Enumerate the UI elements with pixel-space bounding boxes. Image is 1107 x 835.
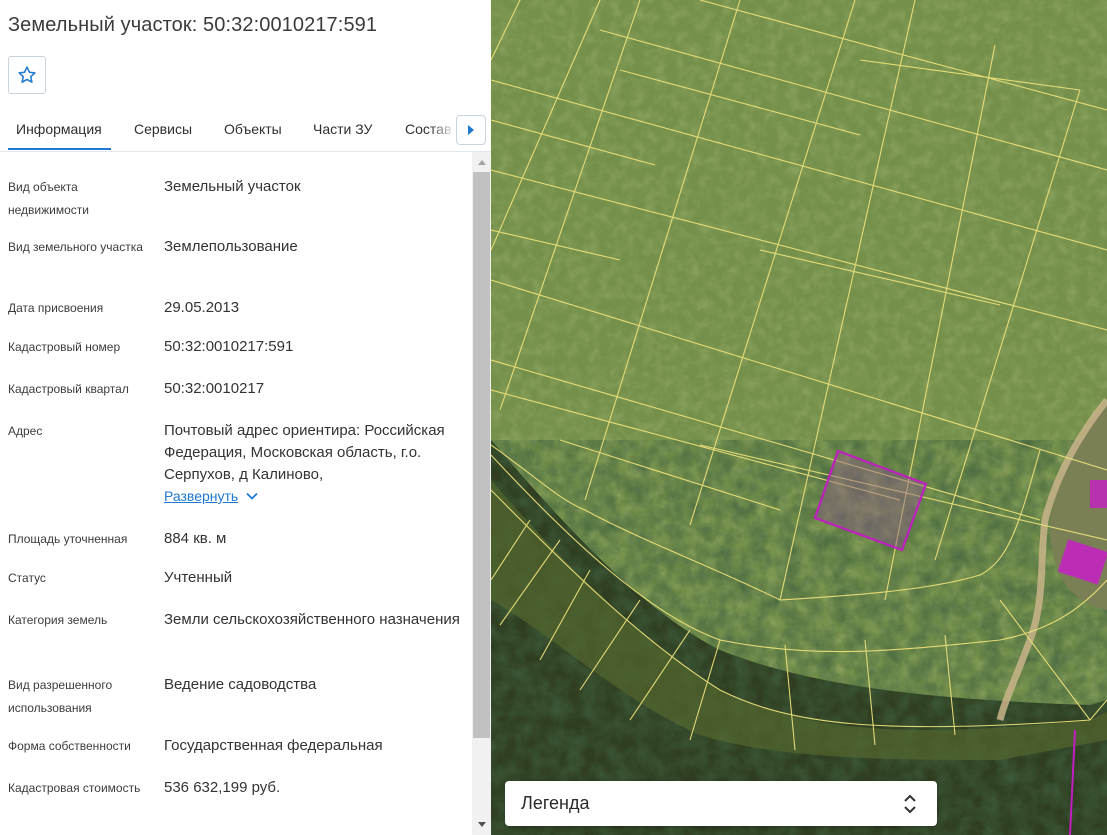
field-value: Ведение садоводства (164, 676, 317, 693)
field-label: Площадь уточненная (8, 532, 128, 546)
field-value: 50:32:0010217 (164, 380, 265, 397)
field-label: Дата присвоения (8, 301, 104, 315)
scrollbar-thumb[interactable] (473, 172, 490, 738)
tab-scroll-button[interactable] (456, 115, 486, 145)
field-label: Вид разрешенного использования (8, 678, 113, 715)
scroll-down-arrow[interactable] (472, 816, 491, 833)
tab-services[interactable]: Сервисы (134, 121, 192, 137)
field-value: Землепользование (164, 238, 298, 255)
triangle-up-icon (477, 160, 486, 165)
page-title: Земельный участок: 50:32:0010217:591 (8, 14, 378, 36)
satellite-map[interactable] (491, 0, 1107, 835)
map-view[interactable] (491, 0, 1107, 835)
chevron-down-icon (246, 492, 258, 500)
tab-bar: Информация Сервисы Объекты Части ЗУ Сост… (0, 108, 491, 152)
field-value: Государственная федеральная (164, 737, 383, 754)
info-panel: Земельный участок: 50:32:0010217:591 Инф… (0, 0, 491, 835)
attribute-list: Вид объекта недвижимости Земельный участ… (0, 152, 472, 835)
tab-fade (430, 108, 456, 150)
legend-label: Легенда (521, 793, 590, 813)
triangle-down-icon (477, 822, 486, 827)
legend-dropdown[interactable]: Легенда (505, 781, 937, 826)
field-value: 50:32:0010217:591 (164, 338, 294, 355)
expand-link[interactable]: Развернуть (164, 488, 258, 504)
field-label: Кадастровая стоимость (8, 781, 141, 795)
address-value: Почтовый адрес ориентира: Российская Фед… (164, 422, 445, 483)
field-label: Вид земельного участка (8, 240, 143, 254)
field-label: Вид объекта недвижимости (8, 180, 89, 217)
field-label: Кадастровый квартал (8, 382, 129, 396)
field-label: Кадастровый номер (8, 340, 121, 354)
field-value: Земельный участок (164, 178, 301, 195)
field-label: Статус (8, 571, 46, 585)
field-label: Адрес (8, 424, 43, 438)
scroll-up-arrow[interactable] (472, 154, 491, 171)
field-value: Учтенный (164, 569, 233, 586)
expand-label: Развернуть (164, 488, 239, 504)
tab-objects[interactable]: Объекты (224, 121, 282, 137)
field-value: 29.05.2013 (164, 299, 240, 316)
field-label: Категория земель (8, 613, 108, 627)
caret-right-icon (468, 125, 474, 135)
favorite-button[interactable] (8, 56, 46, 94)
field-label: Форма собственности (8, 739, 131, 753)
field-value: Земли сельскохозяйственного назначения (164, 611, 460, 628)
tab-parts[interactable]: Части ЗУ (313, 121, 372, 137)
field-value: 536 632,199 руб. (164, 779, 281, 796)
field-value: 884 кв. м (164, 530, 227, 547)
tab-information[interactable]: Информация (8, 121, 111, 150)
star-outline-icon (18, 66, 36, 83)
building (1090, 480, 1107, 508)
chevron-up-down-icon[interactable] (899, 792, 921, 816)
